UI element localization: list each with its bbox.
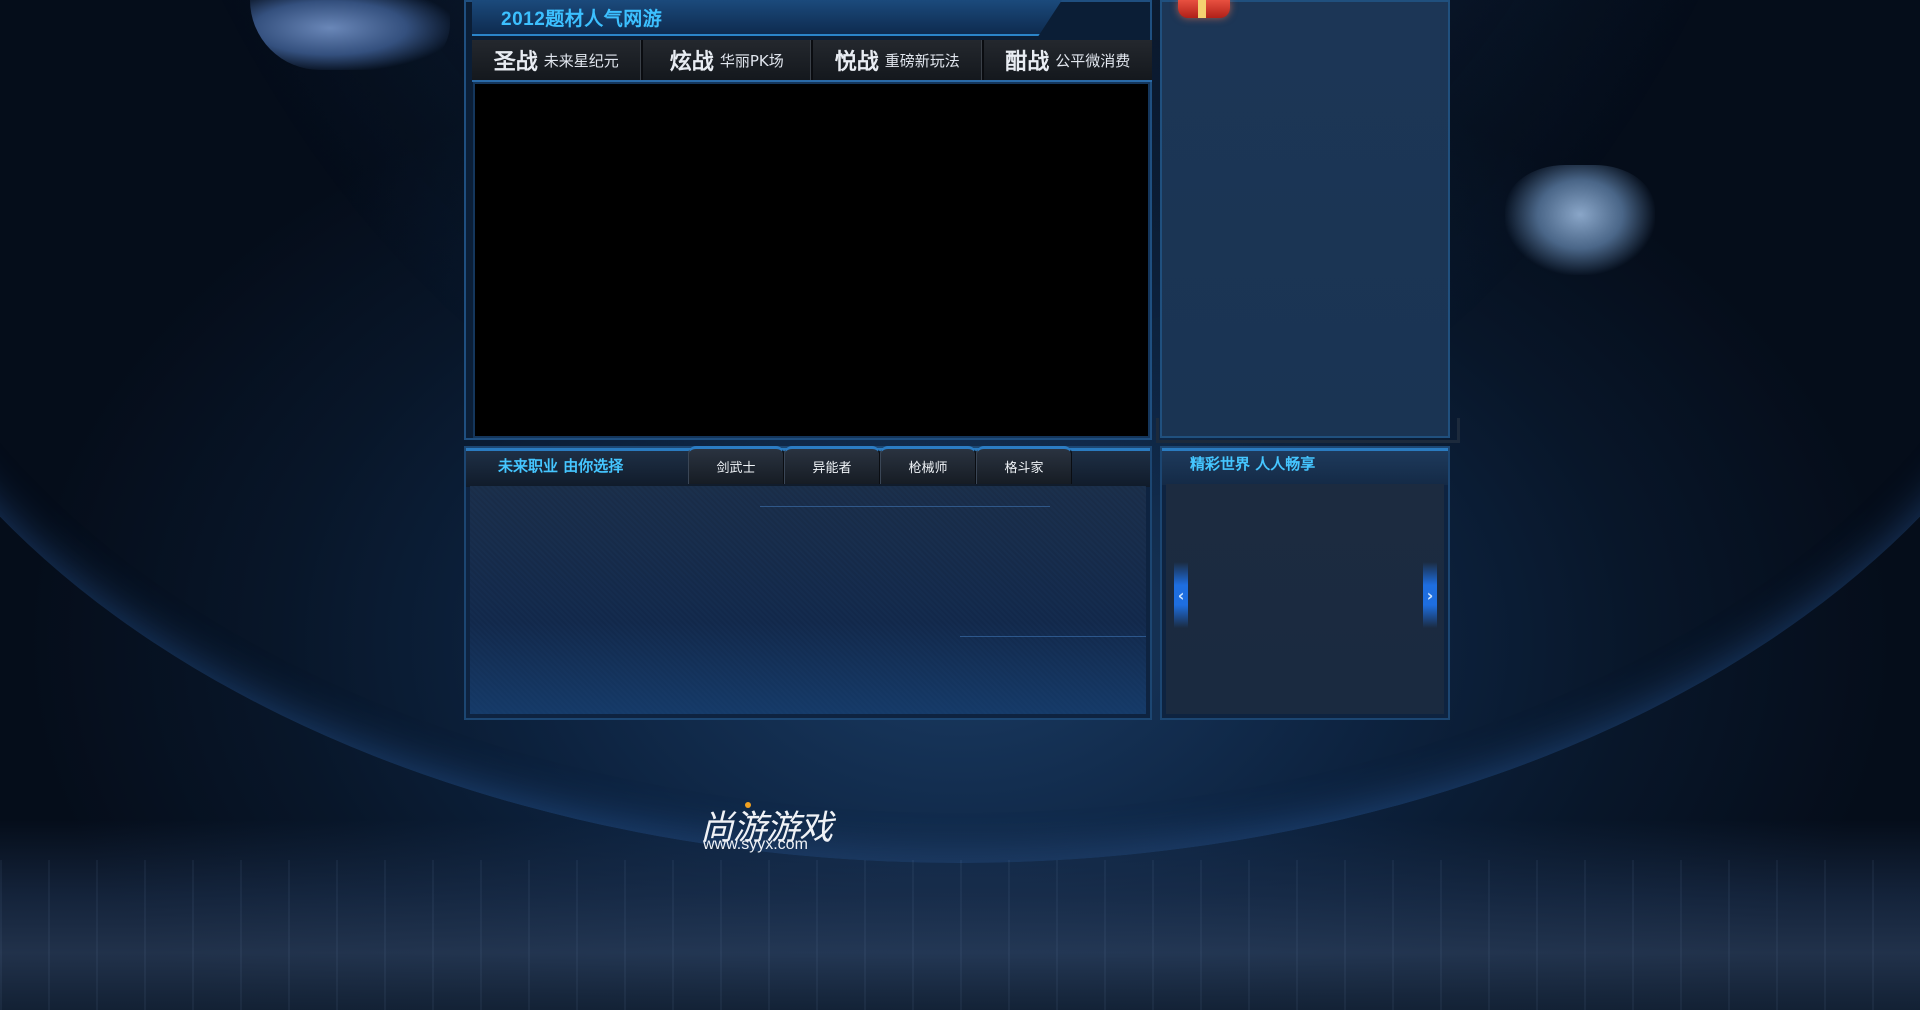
tab-small-label: 未来星纪元 [543, 51, 619, 70]
tab-small-label: 公平微消费 [1055, 51, 1131, 70]
decor-line [960, 636, 1146, 637]
tab-gunner[interactable]: 枪械师 [880, 446, 976, 484]
floor-texture [0, 860, 1920, 1010]
world-title: 精彩世界 人人畅享 [1190, 455, 1316, 473]
feature-tabs: 圣战 未来星纪元 炫战 华丽PK场 悦战 重磅新玩法 酣战 公平微消费 [472, 40, 1152, 82]
tab-small-label: 华丽PK场 [719, 51, 784, 70]
right-side-panel [1160, 0, 1450, 438]
right-panel-frame [1156, 418, 1460, 443]
career-title: 未来职业 由你选择 [498, 457, 624, 475]
page: 2012题材人气网游 圣战 未来星纪元 炫战 华丽PK场 悦战 重磅新玩法 酣战… [0, 0, 1920, 1010]
next-arrow-icon[interactable]: › [1423, 562, 1437, 628]
career-tabs: 剑武士 异能者 枪械师 格斗家 [688, 446, 1074, 484]
decor-line [760, 506, 1050, 507]
tab-sword-warrior[interactable]: 剑武士 [688, 446, 784, 484]
tab-small-label: 重磅新玩法 [884, 51, 960, 70]
tab-fighter[interactable]: 格斗家 [976, 446, 1072, 484]
spaceship-right-image [1505, 165, 1655, 275]
tab-big-label: 酣战 [1005, 50, 1050, 75]
page-title: 2012题材人气网游 [501, 9, 663, 30]
gift-box-icon[interactable] [1178, 0, 1230, 18]
prev-arrow-icon[interactable]: ‹ [1174, 562, 1188, 628]
tab-hanzhan[interactable]: 酣战 公平微消费 [984, 40, 1153, 80]
video-player[interactable] [473, 82, 1150, 438]
world-gallery [1166, 484, 1444, 714]
spaceship-left-image [250, 0, 450, 70]
tab-esper[interactable]: 异能者 [784, 446, 880, 484]
career-content [470, 486, 1146, 714]
tab-shengzhan[interactable]: 圣战 未来星纪元 [472, 40, 643, 80]
tab-big-label: 炫战 [669, 50, 714, 75]
tab-big-label: 悦战 [834, 50, 879, 75]
tab-xuanzhan[interactable]: 炫战 华丽PK场 [643, 40, 813, 80]
logo-url[interactable]: www.syyx.com [703, 836, 808, 854]
tab-yuezhan[interactable]: 悦战 重磅新玩法 [813, 40, 984, 80]
logo-dot [745, 802, 751, 808]
tab-big-label: 圣战 [493, 50, 538, 75]
